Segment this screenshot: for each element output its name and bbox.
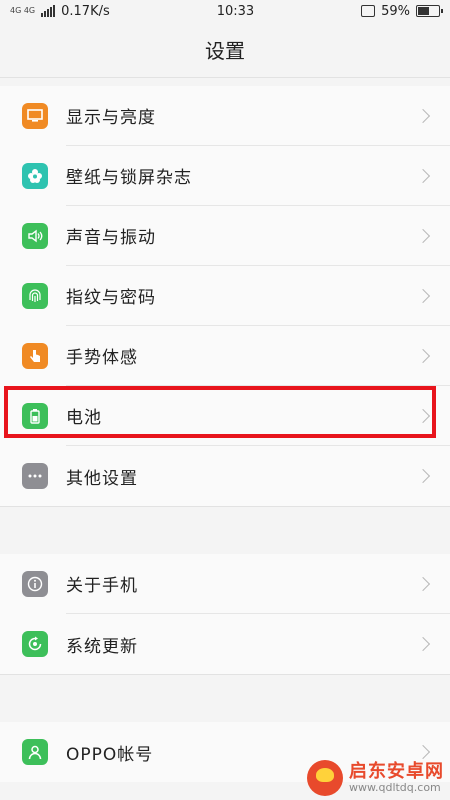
chevron-right-icon xyxy=(415,348,431,363)
settings-item-body: 声音与振动 xyxy=(66,206,450,266)
settings-item-body: 电池 xyxy=(66,386,450,446)
info-icon xyxy=(22,571,48,597)
settings-item-fingerprint[interactable]: 指纹与密码 xyxy=(0,266,450,326)
settings-item-body: 壁纸与锁屏杂志 xyxy=(66,146,450,206)
chevron-right-icon xyxy=(415,408,431,423)
settings-item-body: 系统更新 xyxy=(66,614,450,674)
settings-item-label: 关于手机 xyxy=(66,576,138,596)
settings-item-label: 系统更新 xyxy=(66,636,138,657)
page-title-bar: 设置 xyxy=(0,22,450,78)
watermark-logo-icon xyxy=(307,760,343,796)
settings-item-sound[interactable]: 声音与振动 xyxy=(0,206,450,266)
chevron-right-icon xyxy=(415,168,431,183)
watermark: 启东安卓网 www.qdltdq.com xyxy=(307,760,444,796)
battery-percent: 59% xyxy=(381,3,410,19)
hand-gesture-icon xyxy=(22,343,48,369)
status-time: 10:33 xyxy=(216,3,255,19)
settings-item-label: 其他设置 xyxy=(66,468,138,489)
settings-item-system-update[interactable]: 系统更新 xyxy=(0,614,450,674)
settings-group-main: 显示与亮度 壁纸与锁屏杂志 声音与振动 指纹与密码 手势体感 电池 其他设置 xyxy=(0,86,450,506)
settings-item-label: 指纹与密码 xyxy=(66,288,156,308)
network-speed: 0.17K/s xyxy=(61,3,110,19)
settings-item-label: 壁纸与锁屏杂志 xyxy=(66,168,192,188)
more-dots-icon xyxy=(22,463,48,489)
battery-icon xyxy=(22,403,48,429)
network-type-label: 4G 4G xyxy=(10,6,36,15)
cast-icon xyxy=(361,5,376,17)
settings-item-label: 手势体感 xyxy=(66,348,138,368)
display-icon xyxy=(22,103,48,129)
settings-item-wallpaper[interactable]: 壁纸与锁屏杂志 xyxy=(0,146,450,206)
chevron-right-icon xyxy=(415,576,431,591)
status-left: 4G 4G 0.17K/s xyxy=(10,4,110,19)
page-title: 设置 xyxy=(205,39,245,63)
top-spacer xyxy=(0,78,450,86)
settings-item-label: 电池 xyxy=(66,408,102,428)
settings-item-battery[interactable]: 电池 xyxy=(0,386,450,446)
settings-item-display[interactable]: 显示与亮度 xyxy=(0,86,450,146)
chevron-right-icon xyxy=(415,288,431,303)
watermark-text: 启东安卓网 www.qdltdq.com xyxy=(349,762,444,794)
settings-item-body: 显示与亮度 xyxy=(66,86,450,146)
chevron-right-icon xyxy=(415,636,431,652)
speaker-icon xyxy=(22,223,48,249)
settings-item-body: 其他设置 xyxy=(66,446,450,506)
settings-item-gestures[interactable]: 手势体感 xyxy=(0,326,450,386)
watermark-title: 启东安卓网 xyxy=(349,761,444,783)
settings-item-label: 声音与振动 xyxy=(66,228,156,248)
group-spacer xyxy=(0,506,450,554)
chevron-right-icon xyxy=(415,108,431,123)
settings-item-body: 关于手机 xyxy=(66,554,450,614)
account-icon xyxy=(22,739,48,765)
status-bar: 4G 4G 0.17K/s 10:33 59% xyxy=(0,0,450,22)
chevron-right-icon xyxy=(415,228,431,243)
update-icon xyxy=(22,631,48,657)
battery-fill xyxy=(418,7,430,15)
settings-item-about-phone[interactable]: 关于手机 xyxy=(0,554,450,614)
fingerprint-icon xyxy=(22,283,48,309)
settings-item-other[interactable]: 其他设置 xyxy=(0,446,450,506)
settings-item-body: 指纹与密码 xyxy=(66,266,450,326)
settings-item-body: 手势体感 xyxy=(66,326,450,386)
chevron-right-icon xyxy=(415,744,431,760)
settings-item-label: 显示与亮度 xyxy=(66,108,156,128)
group-spacer xyxy=(0,674,450,722)
watermark-url: www.qdltdq.com xyxy=(349,780,441,794)
signal-strength-icon xyxy=(41,5,56,17)
settings-group-about: 关于手机 系统更新 xyxy=(0,554,450,674)
battery-status-icon xyxy=(416,5,443,17)
chevron-right-icon xyxy=(415,468,431,484)
status-right: 59% xyxy=(361,3,443,19)
flower-icon xyxy=(22,163,48,189)
